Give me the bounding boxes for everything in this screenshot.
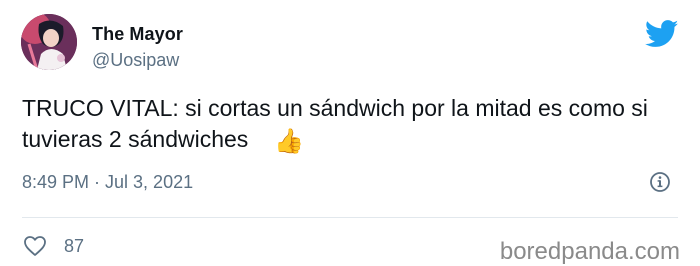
tweet-text: TRUCO VITAL: si cortas un sándwich por l… bbox=[22, 93, 682, 157]
divider bbox=[22, 217, 678, 218]
like-action[interactable]: 87 bbox=[22, 235, 84, 257]
tweet-body: TRUCO VITAL: si cortas un sándwich por l… bbox=[22, 95, 648, 152]
author-name[interactable]: The Mayor bbox=[92, 24, 183, 45]
info-icon[interactable] bbox=[649, 171, 671, 193]
twitter-bird-icon[interactable] bbox=[645, 20, 679, 48]
watermark-boredpanda: boredpanda.com bbox=[499, 238, 680, 265]
author-handle[interactable]: @Uosipaw bbox=[92, 50, 179, 71]
heart-icon[interactable] bbox=[22, 235, 48, 257]
tweet-timestamp[interactable]: 8:49 PM · Jul 3, 2021 bbox=[22, 172, 193, 193]
like-count: 87 bbox=[64, 235, 85, 256]
avatar-illustration bbox=[21, 14, 77, 70]
thumbs-up-emoji: 👍 bbox=[274, 128, 305, 155]
avatar[interactable] bbox=[21, 14, 77, 70]
